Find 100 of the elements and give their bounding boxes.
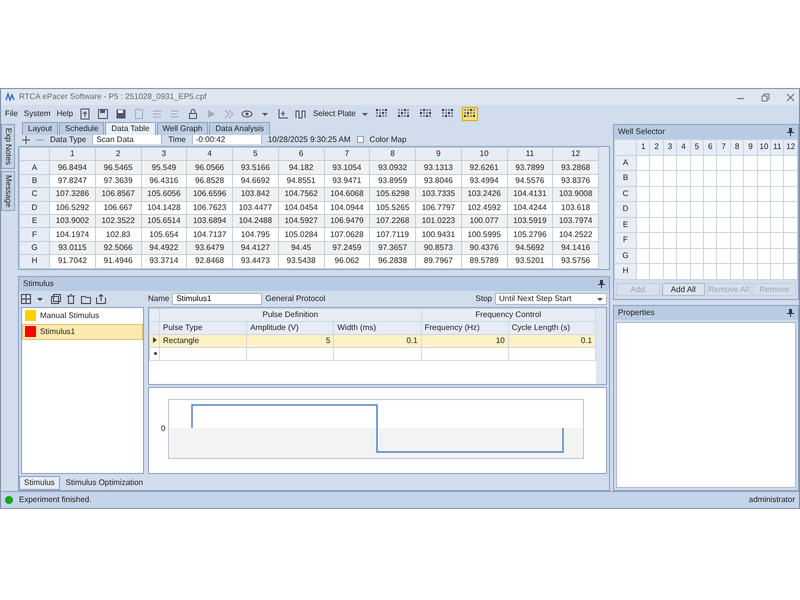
well-cell[interactable] <box>690 248 704 264</box>
eye-icon[interactable] <box>241 108 254 120</box>
well-cell[interactable] <box>744 248 758 264</box>
well-cell[interactable] <box>744 170 758 186</box>
well-cell[interactable] <box>704 248 717 264</box>
well-cell[interactable] <box>716 155 730 170</box>
scrollbar[interactable] <box>599 147 609 269</box>
close-icon[interactable] <box>786 92 795 102</box>
well-button[interactable]: Add All <box>662 282 705 296</box>
document-icon[interactable] <box>133 108 146 120</box>
well-cell[interactable] <box>716 232 730 248</box>
well-cell[interactable] <box>730 170 744 186</box>
well-cell[interactable] <box>770 248 784 264</box>
well-cell[interactable] <box>770 186 784 202</box>
export-icon[interactable] <box>96 294 106 304</box>
menu-item[interactable]: System <box>24 108 51 120</box>
menu-item[interactable]: File <box>5 108 18 120</box>
list-icon[interactable] <box>169 108 182 120</box>
well-cell[interactable] <box>704 217 717 232</box>
well-cell[interactable] <box>757 186 771 202</box>
tab[interactable]: Schedule <box>59 122 104 135</box>
well-cell[interactable] <box>690 264 704 279</box>
well-cell[interactable] <box>784 186 798 202</box>
time-dropdown[interactable]: -0:00:42 <box>192 135 262 144</box>
well-cell[interactable] <box>690 186 704 202</box>
tab[interactable]: Stimulus Optimization <box>60 476 148 490</box>
well-cell[interactable] <box>716 202 730 217</box>
well-cell[interactable] <box>650 232 664 248</box>
well-cell[interactable] <box>757 248 771 264</box>
pin-icon[interactable] <box>787 128 794 136</box>
well-cell[interactable] <box>757 232 771 248</box>
well-cell[interactable] <box>663 170 677 186</box>
well-cell[interactable] <box>744 155 758 170</box>
well-cell[interactable] <box>650 264 664 279</box>
well-cell[interactable] <box>636 264 650 279</box>
table-cell[interactable]: 5 <box>246 334 334 348</box>
select-plate-button[interactable]: Select Plate <box>313 108 356 120</box>
well-cell[interactable] <box>730 232 744 248</box>
well-cell[interactable] <box>730 217 744 232</box>
side-tab[interactable]: Exp Notes <box>1 124 15 169</box>
well-cell[interactable] <box>716 217 730 232</box>
well-cell[interactable] <box>690 217 704 232</box>
table-cell[interactable]: 0.1 <box>334 334 422 348</box>
table-cell[interactable]: 0.1 <box>508 334 596 348</box>
well-cell[interactable] <box>770 264 784 279</box>
well-cell[interactable] <box>784 217 798 232</box>
pulse-icon[interactable] <box>295 108 308 120</box>
copy-icon[interactable] <box>51 294 61 304</box>
well-cell[interactable] <box>784 248 798 264</box>
well-cell[interactable] <box>784 264 798 279</box>
well-cell[interactable] <box>730 264 744 279</box>
well-cell[interactable] <box>663 186 677 202</box>
well-cell[interactable] <box>757 170 771 186</box>
menu-item[interactable]: Help <box>56 108 74 120</box>
well-cell[interactable] <box>650 202 664 217</box>
import-icon[interactable] <box>79 108 92 120</box>
name-field[interactable]: Stimulus1 <box>172 292 262 305</box>
well-cell[interactable] <box>676 186 690 202</box>
pin-icon[interactable] <box>787 308 794 316</box>
well-cell[interactable] <box>770 202 784 217</box>
well-cell[interactable] <box>663 264 677 279</box>
table-row[interactable]: Rectangle 5 0.1 10 0.1 <box>150 334 596 348</box>
pin-icon[interactable] <box>598 280 605 288</box>
tab[interactable]: Well Graph <box>156 122 208 135</box>
play-icon[interactable] <box>205 108 218 120</box>
well-cell[interactable] <box>636 217 650 232</box>
well-cell[interactable] <box>650 186 664 202</box>
tab[interactable]: Stimulus <box>19 476 60 490</box>
well-cell[interactable] <box>704 264 717 279</box>
well-cell[interactable] <box>676 248 690 264</box>
fast-forward-icon[interactable] <box>223 108 236 120</box>
well-cell[interactable] <box>690 155 704 170</box>
well-cell[interactable] <box>704 170 717 186</box>
well-cell[interactable] <box>744 264 758 279</box>
well-cell[interactable] <box>730 248 744 264</box>
well-cell[interactable] <box>704 232 717 248</box>
well-cell[interactable] <box>663 202 677 217</box>
well-cell[interactable] <box>757 217 771 232</box>
well-cell[interactable] <box>770 170 784 186</box>
well-cell[interactable] <box>676 217 690 232</box>
scrollbar[interactable] <box>596 308 606 384</box>
well-cell[interactable] <box>650 217 664 232</box>
tab[interactable]: Layout <box>22 122 58 135</box>
stimulus-item[interactable]: Manual Stimulus <box>22 308 143 324</box>
well-cell[interactable] <box>676 170 690 186</box>
well-cell[interactable] <box>690 170 704 186</box>
well-cell[interactable] <box>730 155 744 170</box>
well-cell[interactable] <box>716 170 730 186</box>
well-cell[interactable] <box>663 217 677 232</box>
well-cell[interactable] <box>784 202 798 217</box>
well-cell[interactable] <box>650 248 664 264</box>
well-cell[interactable] <box>744 217 758 232</box>
well-cell[interactable] <box>784 232 798 248</box>
well-cell[interactable] <box>676 232 690 248</box>
side-tab[interactable]: Message <box>1 170 15 212</box>
well-cell[interactable] <box>650 170 664 186</box>
well-cell[interactable] <box>730 186 744 202</box>
save-icon[interactable] <box>97 108 110 120</box>
well-cell[interactable] <box>663 155 677 170</box>
well-cell[interactable] <box>784 155 798 170</box>
